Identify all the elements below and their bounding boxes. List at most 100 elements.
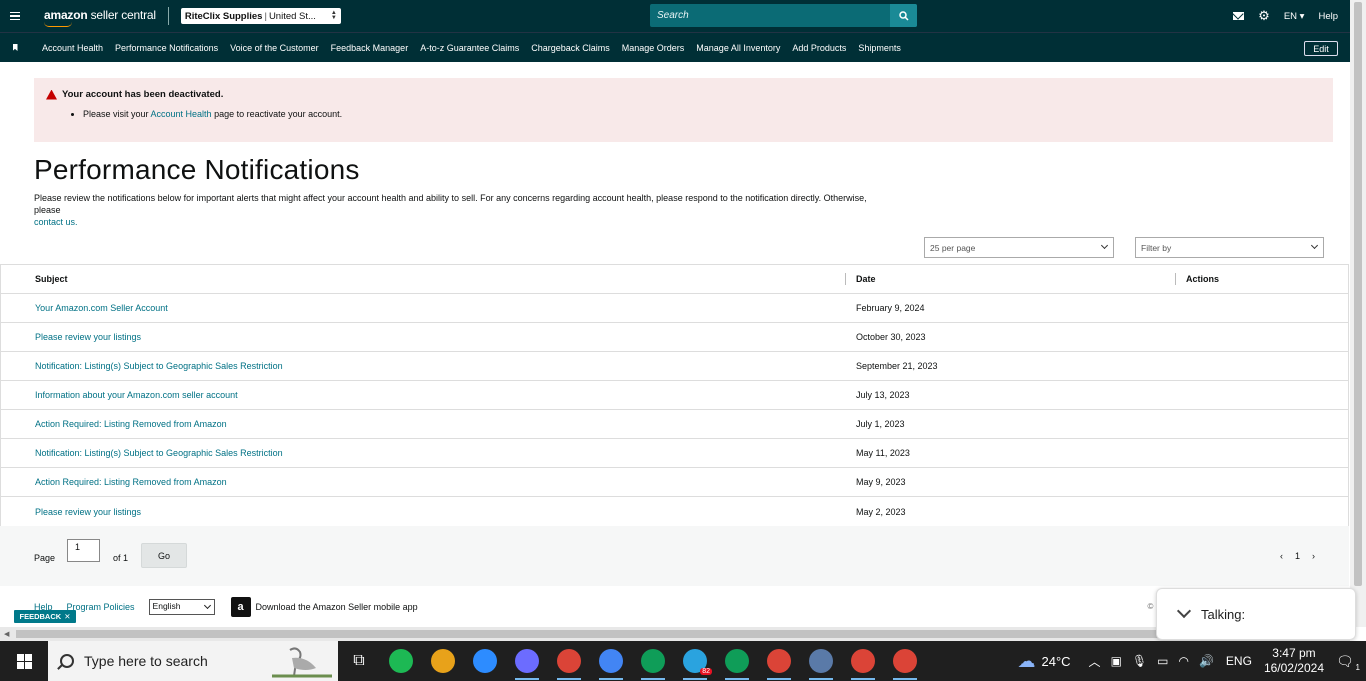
spotify-icon[interactable]	[380, 641, 422, 681]
nav-shipments[interactable]: Shipments	[858, 43, 901, 53]
windows-start-icon[interactable]	[0, 641, 48, 681]
mail-icon[interactable]	[1233, 12, 1245, 20]
chrome-m2-icon[interactable]	[716, 641, 758, 681]
store-region: United St...	[268, 10, 316, 22]
horizontal-scrollbar[interactable]: ◀	[0, 627, 1350, 641]
deactivation-alert: Your account has been deactivated. Pleas…	[34, 78, 1333, 142]
top-bar: amazon seller central RiteClix Supplies …	[0, 0, 1350, 32]
language-menu[interactable]: EN ▾	[1284, 11, 1305, 22]
taskbar-search[interactable]: Type here to search	[48, 641, 338, 681]
menu-icon[interactable]	[0, 0, 30, 32]
notification-link[interactable]: Action Required: Listing Removed from Am…	[35, 477, 227, 487]
microphone-icon[interactable]: 🎙	[1132, 654, 1147, 668]
page-title: Performance Notifications	[34, 154, 360, 185]
alert-message: Please visit your Account Health page to…	[83, 109, 1321, 119]
weather-icon[interactable]: ☁	[1018, 651, 1036, 672]
language-select[interactable]: English	[148, 598, 215, 615]
weather-temp[interactable]: 24°C	[1042, 654, 1071, 669]
notifications-icon[interactable]: 🗨 1	[1336, 653, 1366, 672]
row-date: May 11, 2023	[856, 448, 910, 458]
bookmark-icon[interactable]	[0, 44, 30, 51]
contact-us-link[interactable]: contact us.	[34, 217, 78, 227]
nav-manage-orders[interactable]: Manage Orders	[622, 43, 685, 53]
talking-popup[interactable]: Talking:	[1156, 588, 1356, 640]
help-link[interactable]: Help	[1318, 11, 1338, 22]
seller-central-logo[interactable]: amazon seller central	[44, 8, 156, 27]
clock[interactable]: 3:47 pm 16/02/2024	[1264, 646, 1324, 676]
chrome-m1-icon[interactable]	[548, 641, 590, 681]
current-page[interactable]: 1	[1295, 551, 1300, 561]
header-date[interactable]: Date	[846, 274, 1176, 284]
vertical-scrollbar[interactable]	[1350, 0, 1366, 627]
chrome-s-icon[interactable]	[842, 641, 884, 681]
next-page-icon[interactable]: ›	[1312, 551, 1315, 561]
of-pages-label: of 1	[113, 553, 129, 563]
table-row: Action Required: Listing Removed from Am…	[1, 410, 1348, 439]
page-number-input[interactable]: 1	[67, 539, 100, 562]
nav-bar: Account Health Performance Notifications…	[0, 32, 1350, 62]
telegram-icon[interactable]: 82	[674, 641, 716, 681]
account-health-link[interactable]: Account Health	[151, 109, 212, 119]
nav-add-products[interactable]: Add Products	[792, 43, 846, 53]
notification-link[interactable]: Action Required: Listing Removed from Am…	[35, 419, 227, 429]
filter-select[interactable]: Filter by	[1135, 237, 1324, 258]
wifi-icon[interactable]: ◠	[1178, 654, 1188, 668]
store-selector[interactable]: RiteClix Supplies | United St... ▲ ▼	[180, 8, 341, 24]
nav-performance-notifications[interactable]: Performance Notifications	[115, 43, 218, 53]
row-date: February 9, 2024	[856, 303, 925, 313]
language-indicator[interactable]: ENG	[1226, 654, 1252, 668]
logo-prefix: amazon	[44, 8, 88, 22]
header-actions: Actions	[1186, 274, 1220, 284]
chevron-down-icon[interactable]	[1176, 603, 1192, 619]
chrome-profile-icon[interactable]	[590, 641, 632, 681]
per-page-select[interactable]: 25 per page	[924, 237, 1114, 258]
nav-feedback-manager[interactable]: Feedback Manager	[331, 43, 409, 53]
gear-icon[interactable]: ⚙	[1258, 8, 1270, 24]
table-header: Subject Date Actions	[1, 265, 1348, 294]
chrome-m3-icon[interactable]	[758, 641, 800, 681]
calculator-icon[interactable]	[800, 641, 842, 681]
notification-link[interactable]: Notification: Listing(s) Subject to Geog…	[35, 361, 283, 371]
edit-nav-button[interactable]: Edit	[1304, 41, 1338, 56]
nav-a-to-z-claims[interactable]: A-to-z Guarantee Claims	[420, 43, 519, 53]
download-app-link[interactable]: Download the Amazon Seller mobile app	[256, 602, 418, 612]
search-box	[650, 4, 917, 27]
nav-chargeback-claims[interactable]: Chargeback Claims	[531, 43, 610, 53]
table-row: Please review your listings October 30, 2…	[1, 323, 1348, 352]
notification-link[interactable]: Please review your listings	[35, 332, 141, 342]
chevron-up-icon[interactable]: ︿	[1089, 653, 1101, 670]
chevron-down-icon	[203, 601, 211, 609]
chrome-l-icon[interactable]	[632, 641, 674, 681]
search-button[interactable]	[890, 4, 917, 27]
brave-icon[interactable]	[506, 641, 548, 681]
row-date: May 2, 2023	[856, 506, 906, 517]
notification-link[interactable]: Please review your listings	[35, 507, 141, 517]
chevron-down-icon	[1310, 241, 1319, 250]
notification-link[interactable]: Your Amazon.com Seller Account	[35, 303, 168, 313]
notification-link[interactable]: Notification: Listing(s) Subject to Geog…	[35, 448, 283, 458]
amazon-app-icon[interactable]: a	[230, 596, 251, 617]
nav-manage-inventory[interactable]: Manage All Inventory	[696, 43, 780, 53]
volume-icon[interactable]: 🔊	[1199, 654, 1214, 668]
task-view-icon[interactable]: ⧉	[338, 641, 380, 681]
prev-page-icon[interactable]: ‹	[1280, 551, 1283, 561]
nav-account-health[interactable]: Account Health	[42, 43, 103, 53]
program-policies-link[interactable]: Program Policies	[67, 602, 135, 612]
duck-icon[interactable]	[422, 641, 464, 681]
divider	[167, 7, 169, 25]
camera-icon[interactable]: ▣	[1111, 654, 1122, 668]
header-subject[interactable]: Subject	[1, 274, 846, 284]
table-row: Your Amazon.com Seller Account February 9…	[1, 294, 1348, 323]
go-button[interactable]: Go	[141, 543, 187, 568]
close-icon[interactable]: ✕	[64, 612, 70, 621]
notification-link[interactable]: Information about your Amazon.com seller…	[35, 390, 238, 400]
system-tray: ☁ 24°C ︿ ▣ 🎙 ▭ ◠ 🔊 ENG 3:47 pm 16/02/202…	[1018, 641, 1366, 681]
zoom-icon[interactable]	[464, 641, 506, 681]
chrome-r-icon[interactable]	[884, 641, 926, 681]
search-input[interactable]	[650, 10, 890, 21]
feedback-button[interactable]: FEEDBACK ✕	[14, 610, 76, 623]
battery-icon[interactable]: ▭	[1157, 654, 1168, 668]
row-date: September 21, 2023	[856, 361, 938, 371]
nav-voice-of-customer[interactable]: Voice of the Customer	[230, 43, 319, 53]
table-row: Notification: Listing(s) Subject to Geog…	[1, 352, 1348, 381]
